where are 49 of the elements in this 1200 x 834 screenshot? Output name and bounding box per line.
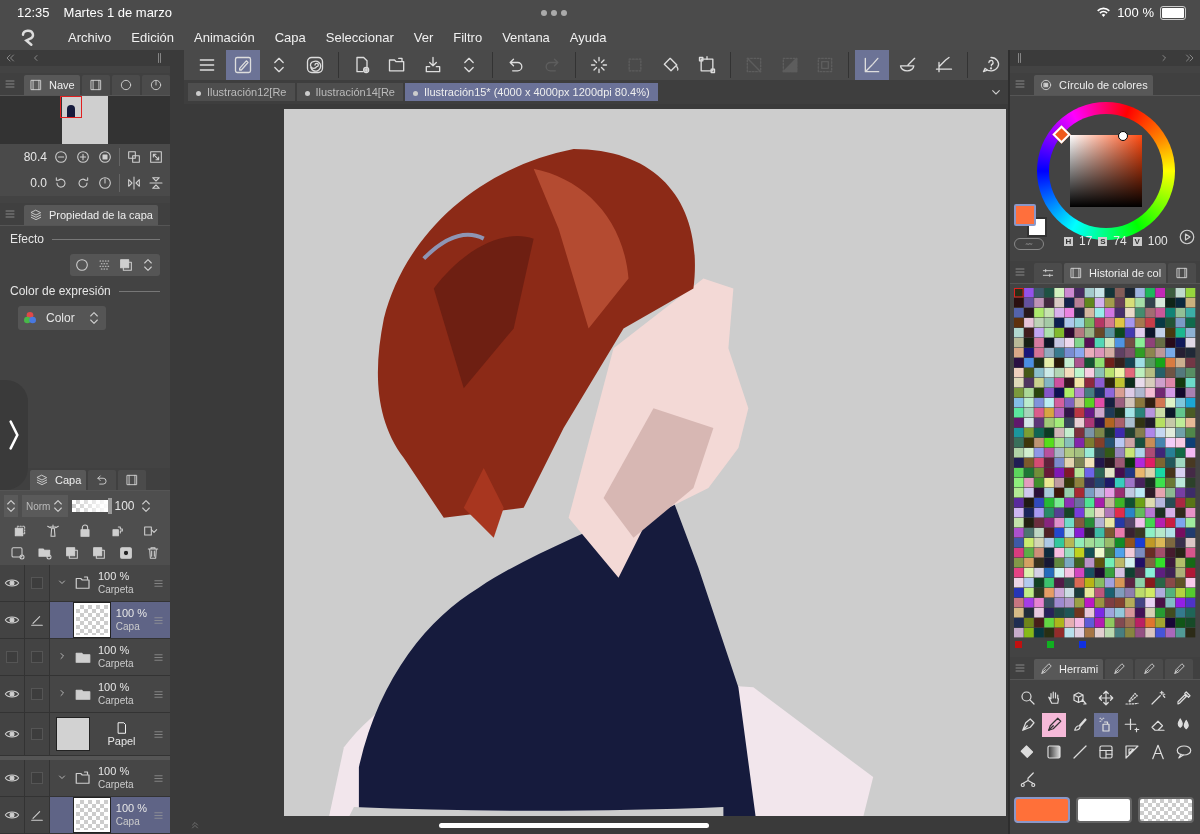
menu-item[interactable]: Ver [403,30,444,45]
channel-letter: H [1064,236,1073,246]
document-tab[interactable]: Ilustración14[Re [296,83,403,101]
layer-item[interactable]: 100 % Capa [50,602,170,638]
battery-percent: 100 % [1117,5,1154,20]
layer-name: Capa [115,815,141,828]
channel-value: 100 [1147,234,1168,248]
zoom-value: 80.4 [23,150,47,164]
section-label: Color de expresión [10,284,111,298]
layer-opacity: 100 % [98,644,131,657]
layer-item[interactable]: 100 % Capa [50,797,170,833]
menu-item[interactable]: Archivo [58,30,122,45]
layer-opacity: 100 % [115,802,147,815]
tool-tab[interactable]: Herrami [1034,659,1104,679]
menu-item[interactable]: Animación [184,30,265,45]
channel-letter: S [1098,236,1108,246]
expression-color-dropdown[interactable]: Color [18,306,106,330]
angle-value: 0.0 [30,176,47,190]
layer-tab[interactable]: Capa [30,470,87,490]
layer-name: Carpeta [98,778,135,791]
menu-item[interactable]: Filtro [443,30,493,45]
layer-opacity: 100 % [98,765,131,778]
status-date: Martes 1 de marzo [63,5,172,20]
section-label: Efecto [10,232,45,246]
channel-value: 74 [1113,234,1127,248]
blend-mode-dropdown[interactable]: Norm [22,495,69,517]
menu-item[interactable]: Seleccionar [315,30,404,45]
layer-name: Carpeta [98,583,135,596]
status-time: 12:35 [17,5,50,20]
layer-name: Capa [115,620,141,633]
layer-name: Papel [107,735,136,747]
menu-item[interactable]: Ayuda [559,30,617,45]
color-history-tab[interactable]: Historial de col [1064,263,1167,283]
layer-opacity: 100 % [98,570,131,583]
color-wheel-tab[interactable]: Círculo de colores [1034,75,1153,95]
document-tab[interactable]: Ilustración12[Re [188,83,295,101]
layer-opacity: 100 % [98,681,131,694]
channel-letter: V [1132,236,1142,246]
opacity-value: 100 [114,499,135,513]
menu-item[interactable]: Capa [264,30,316,45]
navigator-tab[interactable]: Nave [24,75,80,95]
menu-item[interactable]: Edición [121,30,184,45]
layer-name: Carpeta [98,657,135,670]
layer-property-tab[interactable]: Propiedad de la capa [24,205,158,225]
menu-item[interactable]: Ventana [492,30,560,45]
channel-value: 17 [1079,234,1093,248]
layer-name: Carpeta [98,694,135,707]
layer-opacity: 100 % [115,607,147,620]
document-tab[interactable]: Ilustración15* (4000 x 4000px 1200dpi 80.4%) [405,83,658,101]
